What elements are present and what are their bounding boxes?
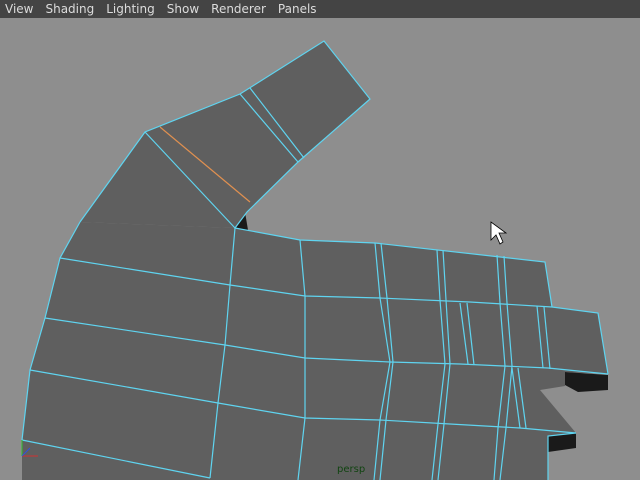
mesh-canvas[interactable] [0,18,640,480]
camera-name-label: persp [337,464,366,475]
menu-view[interactable]: View [0,0,39,18]
menu-panels[interactable]: Panels [272,0,323,18]
menu-renderer[interactable]: Renderer [205,0,272,18]
arrow-cursor-icon [490,221,508,245]
menu-lighting[interactable]: Lighting [100,0,161,18]
panel-menu-bar: View Shading Lighting Show Renderer Pane… [0,0,640,18]
perspective-viewport[interactable]: persp [0,18,640,480]
mesh-faces [22,41,608,480]
maya-viewport-window: View Shading Lighting Show Renderer Pane… [0,0,640,480]
menu-shading[interactable]: Shading [39,0,100,18]
menu-show[interactable]: Show [161,0,205,18]
